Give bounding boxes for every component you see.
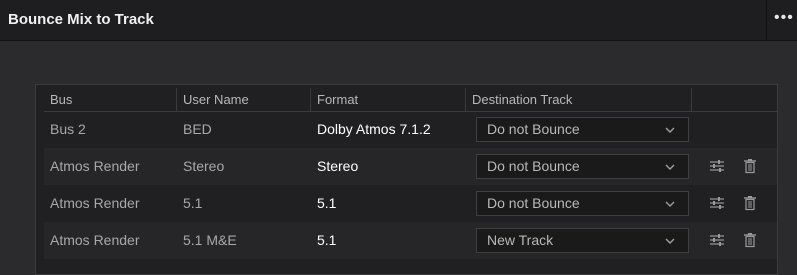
- trash-icon[interactable]: [742, 195, 758, 211]
- table-row: Bus 2 BED Dolby Atmos 7.1.2 Do not Bounc…: [44, 111, 777, 148]
- chevron-down-icon: [664, 192, 676, 223]
- destination-dropdown[interactable]: Do not Bounce: [476, 191, 689, 216]
- titlebar-divider: [766, 0, 767, 40]
- column-header-bus: Bus: [44, 88, 177, 111]
- bus-cell: Bus 2: [50, 121, 86, 137]
- trash-icon[interactable]: [742, 232, 758, 248]
- column-header-destination-track: Destination Track: [466, 88, 692, 111]
- format-cell: Dolby Atmos 7.1.2: [317, 121, 431, 137]
- user-name-cell[interactable]: BED: [177, 111, 212, 148]
- chevron-down-icon: [664, 155, 676, 186]
- destination-dropdown[interactable]: New Track: [476, 228, 689, 253]
- table-header: Bus User Name Format Destination Track: [44, 88, 777, 112]
- destination-dropdown[interactable]: Do not Bounce: [476, 117, 689, 142]
- destination-value: New Track: [487, 232, 554, 248]
- format-cell: 5.1: [317, 195, 337, 211]
- chevron-down-icon: [664, 118, 676, 149]
- bus-cell: Atmos Render: [50, 232, 140, 248]
- panel-title: Bounce Mix to Track: [8, 11, 154, 28]
- format-cell: Stereo: [317, 158, 359, 174]
- chevron-down-icon: [664, 229, 676, 260]
- destination-dropdown[interactable]: Do not Bounce: [476, 154, 689, 179]
- more-options-icon[interactable]: •••: [774, 10, 797, 30]
- format-cell: 5.1: [317, 232, 337, 248]
- column-header-actions: [692, 88, 777, 111]
- panel-titlebar: Bounce Mix to Track •••: [0, 0, 797, 41]
- column-header-user-name: User Name: [177, 88, 311, 111]
- bus-cell: Atmos Render: [50, 158, 140, 174]
- sliders-icon[interactable]: [709, 232, 725, 248]
- destination-value: Do not Bounce: [487, 195, 580, 211]
- column-header-format: Format: [311, 88, 466, 111]
- destination-value: Do not Bounce: [487, 158, 580, 174]
- trash-icon[interactable]: [742, 158, 758, 174]
- bounce-table: Bus User Name Format Destination Track B…: [35, 84, 778, 275]
- sliders-icon[interactable]: [709, 195, 725, 211]
- table-row: Atmos Render 5.1 5.1 Do not Bounce: [44, 185, 777, 222]
- table-row: Atmos Render 5.1 M&E 5.1 New Track: [44, 222, 777, 259]
- bus-cell: Atmos Render: [50, 195, 140, 211]
- table-row: Atmos Render Stereo Stereo Do not Bounce: [44, 148, 777, 185]
- user-name-cell[interactable]: Stereo: [177, 148, 224, 185]
- user-name-cell[interactable]: 5.1: [177, 185, 202, 222]
- sliders-icon[interactable]: [709, 158, 725, 174]
- destination-value: Do not Bounce: [487, 121, 580, 137]
- user-name-cell[interactable]: 5.1 M&E: [177, 222, 237, 259]
